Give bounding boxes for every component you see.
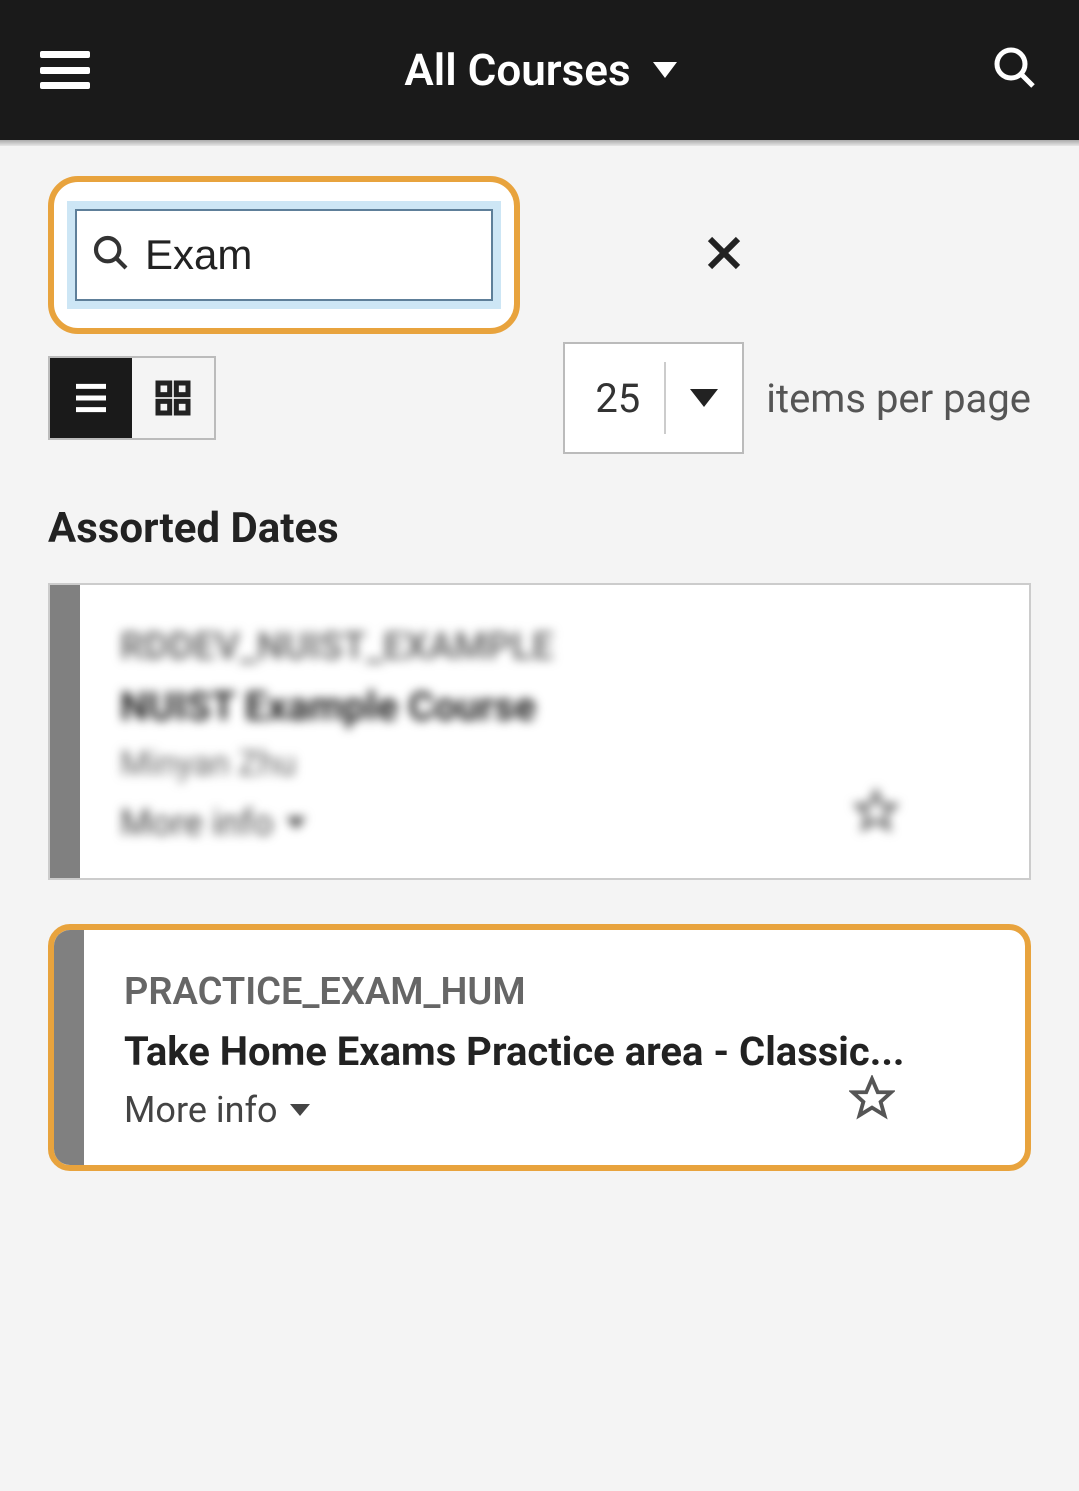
- more-info-label: More info: [124, 1089, 278, 1131]
- course-card[interactable]: PRACTICE_EXAM_HUM Take Home Exams Practi…: [48, 924, 1031, 1171]
- hamburger-menu-icon[interactable]: [40, 51, 90, 89]
- top-navbar: All Courses: [0, 0, 1079, 140]
- favorite-star-icon[interactable]: [849, 1075, 895, 1125]
- search-field[interactable]: [74, 208, 494, 302]
- more-info-label: More info: [120, 802, 274, 844]
- section-title: Assorted Dates: [48, 504, 1031, 553]
- course-title: NUIST Example Course: [120, 683, 989, 730]
- course-card[interactable]: RDDEV_NUIST_EXAMPLE NUIST Example Course…: [48, 583, 1031, 880]
- clear-search-icon[interactable]: [700, 229, 748, 281]
- chevron-down-icon: [290, 1104, 310, 1116]
- favorite-star-icon[interactable]: [853, 788, 899, 838]
- search-icon: [91, 233, 131, 277]
- course-code: RDDEV_NUIST_EXAMPLE: [120, 625, 989, 669]
- controls-row: 25 items per page: [48, 342, 1031, 454]
- course-code: PRACTICE_EXAM_HUM: [124, 970, 985, 1014]
- page-title: All Courses: [404, 44, 630, 96]
- items-per-page-label: items per page: [766, 375, 1031, 422]
- course-filter-dropdown[interactable]: All Courses: [404, 44, 676, 96]
- items-per-page: 25 items per page: [563, 342, 1031, 454]
- chevron-down-icon: [286, 817, 306, 829]
- course-instructor: Minyan Zhu: [120, 744, 989, 784]
- search-icon[interactable]: [991, 44, 1039, 96]
- search-highlight-frame: [48, 176, 520, 334]
- course-color-stripe: [54, 930, 84, 1165]
- view-toggle: [48, 356, 216, 440]
- course-color-stripe: [50, 585, 80, 878]
- search-input[interactable]: [145, 231, 686, 279]
- list-view-button[interactable]: [50, 358, 132, 438]
- items-per-page-select[interactable]: 25: [563, 342, 744, 454]
- chevron-down-icon: [653, 62, 677, 78]
- chevron-down-icon: [666, 344, 742, 452]
- grid-view-button[interactable]: [132, 358, 214, 438]
- course-title: Take Home Exams Practice area - Classic.…: [124, 1028, 985, 1075]
- items-per-page-value: 25: [565, 362, 666, 434]
